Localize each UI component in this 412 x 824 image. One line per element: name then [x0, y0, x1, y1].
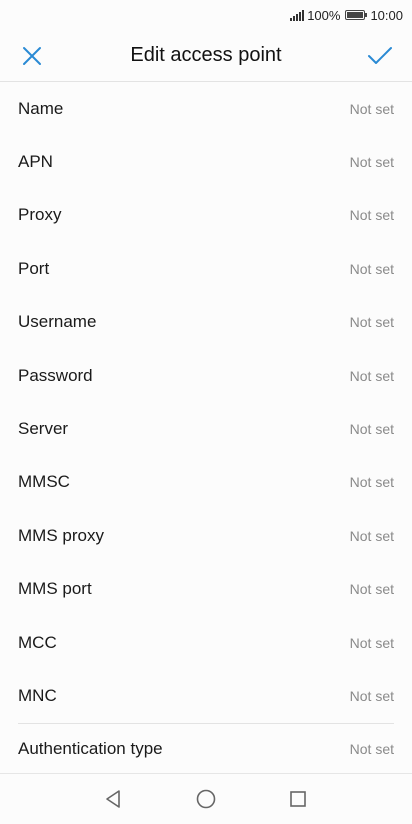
field-label: Authentication type	[18, 739, 163, 759]
status-bar: 100% 10:00	[0, 0, 412, 30]
close-button[interactable]	[0, 30, 64, 82]
page-title: Edit access point	[130, 44, 282, 66]
field-label: Username	[18, 312, 97, 332]
field-value: Not set	[349, 687, 394, 704]
settings-list: Name Not set APN Not set Proxy Not set P…	[0, 82, 412, 776]
field-value: Not set	[349, 260, 394, 277]
field-label: MCC	[18, 632, 57, 652]
field-row-mnc[interactable]: MNC Not set	[0, 669, 412, 722]
system-nav-bar	[0, 773, 412, 824]
field-value: Not set	[349, 634, 394, 651]
signal-icon	[290, 9, 305, 21]
field-value: Not set	[349, 474, 394, 491]
field-value: Not set	[349, 100, 394, 117]
field-row-server[interactable]: Server Not set	[0, 402, 412, 455]
field-label: Server	[18, 419, 69, 439]
home-circle-icon	[196, 789, 216, 809]
back-button[interactable]	[100, 785, 128, 813]
back-triangle-icon	[106, 790, 120, 808]
recents-button[interactable]	[284, 785, 312, 813]
field-label: Port	[18, 258, 50, 278]
battery-icon	[345, 10, 368, 20]
field-value: Not set	[349, 581, 394, 598]
field-label: MMS port	[18, 579, 92, 599]
home-button[interactable]	[192, 785, 220, 813]
field-value: Not set	[349, 154, 394, 171]
field-row-password[interactable]: Password Not set	[0, 349, 412, 402]
field-value: Not set	[349, 741, 394, 758]
field-value: Not set	[349, 527, 394, 544]
clock: 10:00	[370, 7, 403, 23]
field-label: Name	[18, 98, 64, 118]
field-row-proxy[interactable]: Proxy Not set	[0, 189, 412, 242]
field-row-mms-proxy[interactable]: MMS proxy Not set	[0, 509, 412, 562]
field-row-mms-port[interactable]: MMS port Not set	[0, 563, 412, 616]
field-value: Not set	[349, 314, 394, 331]
field-label: MMS proxy	[18, 525, 104, 545]
field-row-port[interactable]: Port Not set	[0, 242, 412, 295]
field-label: MNC	[18, 685, 57, 705]
field-label: Password	[18, 365, 93, 385]
field-label: MMSC	[18, 472, 70, 492]
field-row-authentication-type[interactable]: Authentication type Not set	[0, 722, 412, 776]
confirm-button[interactable]	[348, 30, 412, 82]
app-bar: Edit access point	[0, 30, 412, 82]
field-label: Proxy	[18, 205, 62, 225]
field-value: Not set	[349, 421, 394, 438]
check-icon	[368, 46, 392, 64]
field-row-apn[interactable]: APN Not set	[0, 135, 412, 188]
field-label: APN	[18, 152, 53, 172]
close-icon	[23, 46, 41, 65]
field-row-username[interactable]: Username Not set	[0, 296, 412, 349]
field-value: Not set	[349, 367, 394, 384]
field-value: Not set	[349, 207, 394, 224]
recents-square-icon	[290, 791, 306, 807]
battery-percent: 100%	[307, 7, 341, 23]
field-row-name[interactable]: Name Not set	[0, 82, 412, 135]
field-row-mmsc[interactable]: MMSC Not set	[0, 456, 412, 509]
field-row-mcc[interactable]: MCC Not set	[0, 616, 412, 669]
